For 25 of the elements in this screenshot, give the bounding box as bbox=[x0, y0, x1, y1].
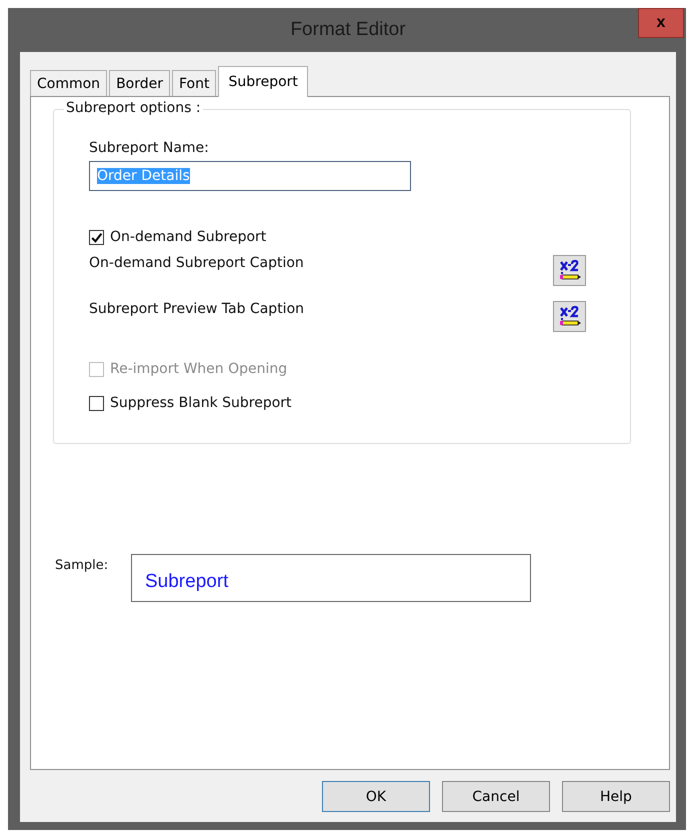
close-button[interactable]: x bbox=[638, 8, 684, 38]
formula-button[interactable] bbox=[553, 301, 586, 332]
caption-label: On-demand Subreport Caption bbox=[89, 255, 304, 271]
tab[interactable]: Common bbox=[30, 70, 108, 96]
checkbox[interactable] bbox=[89, 396, 104, 410]
field-value: Order Details bbox=[97, 168, 190, 184]
checkbox-label: Suppress Blank Subreport bbox=[110, 395, 292, 411]
tab[interactable]: Font bbox=[172, 70, 216, 96]
dialog-button[interactable]: OK bbox=[322, 781, 430, 812]
tab[interactable]: Border bbox=[109, 70, 170, 96]
checkbox-label: On-demand Subreport bbox=[110, 229, 266, 245]
sample-text: Subreport bbox=[145, 570, 228, 594]
caption-label: Subreport Preview Tab Caption bbox=[89, 301, 304, 317]
sample-label: Sample: bbox=[54, 557, 110, 573]
checkbox-label: Re-import When Opening bbox=[110, 361, 288, 377]
field-label: Subreport Name: bbox=[89, 140, 210, 156]
formula-pencil-icon bbox=[558, 304, 582, 328]
dialog-button[interactable]: Help bbox=[562, 781, 670, 812]
group-title: Subreport options : bbox=[64, 100, 203, 116]
window-title: Format Editor bbox=[290, 19, 406, 41]
tab[interactable]: Subreport bbox=[218, 66, 308, 97]
checkbox[interactable] bbox=[89, 230, 104, 244]
formula-pencil-icon bbox=[558, 258, 582, 282]
dialog-button[interactable]: Cancel bbox=[442, 781, 550, 812]
formula-button[interactable] bbox=[553, 255, 586, 286]
